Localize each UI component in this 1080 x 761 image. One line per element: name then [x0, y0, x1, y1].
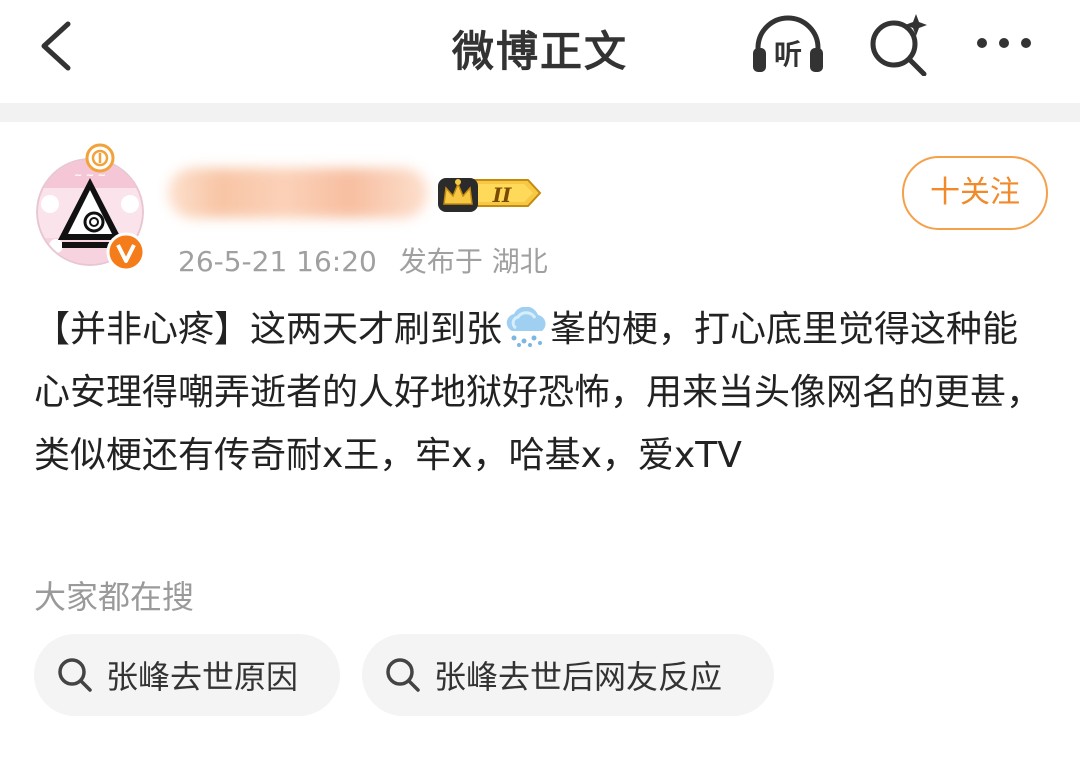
- section-divider: [0, 103, 1080, 122]
- search-chip-label: 张峰去世原因: [106, 658, 299, 696]
- top-bar: 微博正文 听: [0, 0, 1080, 103]
- search-icon: [58, 658, 92, 692]
- coin-badge-icon: [85, 143, 115, 173]
- level-crown-badge: II: [438, 178, 542, 212]
- search-sparkle-icon[interactable]: [866, 12, 930, 76]
- level-text: II: [492, 183, 512, 207]
- more-dots-icon[interactable]: [972, 26, 1036, 60]
- verified-badge-icon: [106, 232, 146, 272]
- username-blurred[interactable]: [168, 168, 428, 218]
- related-search-label: 大家都在搜: [34, 578, 195, 616]
- post-timestamp: 26-5-21 16:20: [178, 245, 377, 278]
- post-location: 发布于 湖北: [398, 245, 548, 278]
- listen-label: 听: [774, 38, 802, 71]
- post-content: 【并非心疼】这两天才刷到张 峯的梗，打心底里觉得这种能心安理得嘲弄逝者的人好地狱好…: [34, 298, 1044, 487]
- post-content-part1: 【并非心疼】这两天才刷到张: [34, 309, 503, 350]
- follow-button[interactable]: 十关注: [902, 156, 1048, 230]
- search-chip[interactable]: 张峰去世后网友反应: [362, 634, 774, 716]
- listen-headphones-icon[interactable]: 听: [750, 14, 826, 76]
- search-icon: [386, 658, 420, 692]
- snow-cloud-icon: [506, 307, 546, 347]
- search-chip[interactable]: 张峰去世原因: [34, 634, 340, 716]
- search-chip-label: 张峰去世后网友反应: [434, 658, 723, 696]
- post-meta: 26-5-21 16:20 发布于 湖北: [178, 240, 548, 280]
